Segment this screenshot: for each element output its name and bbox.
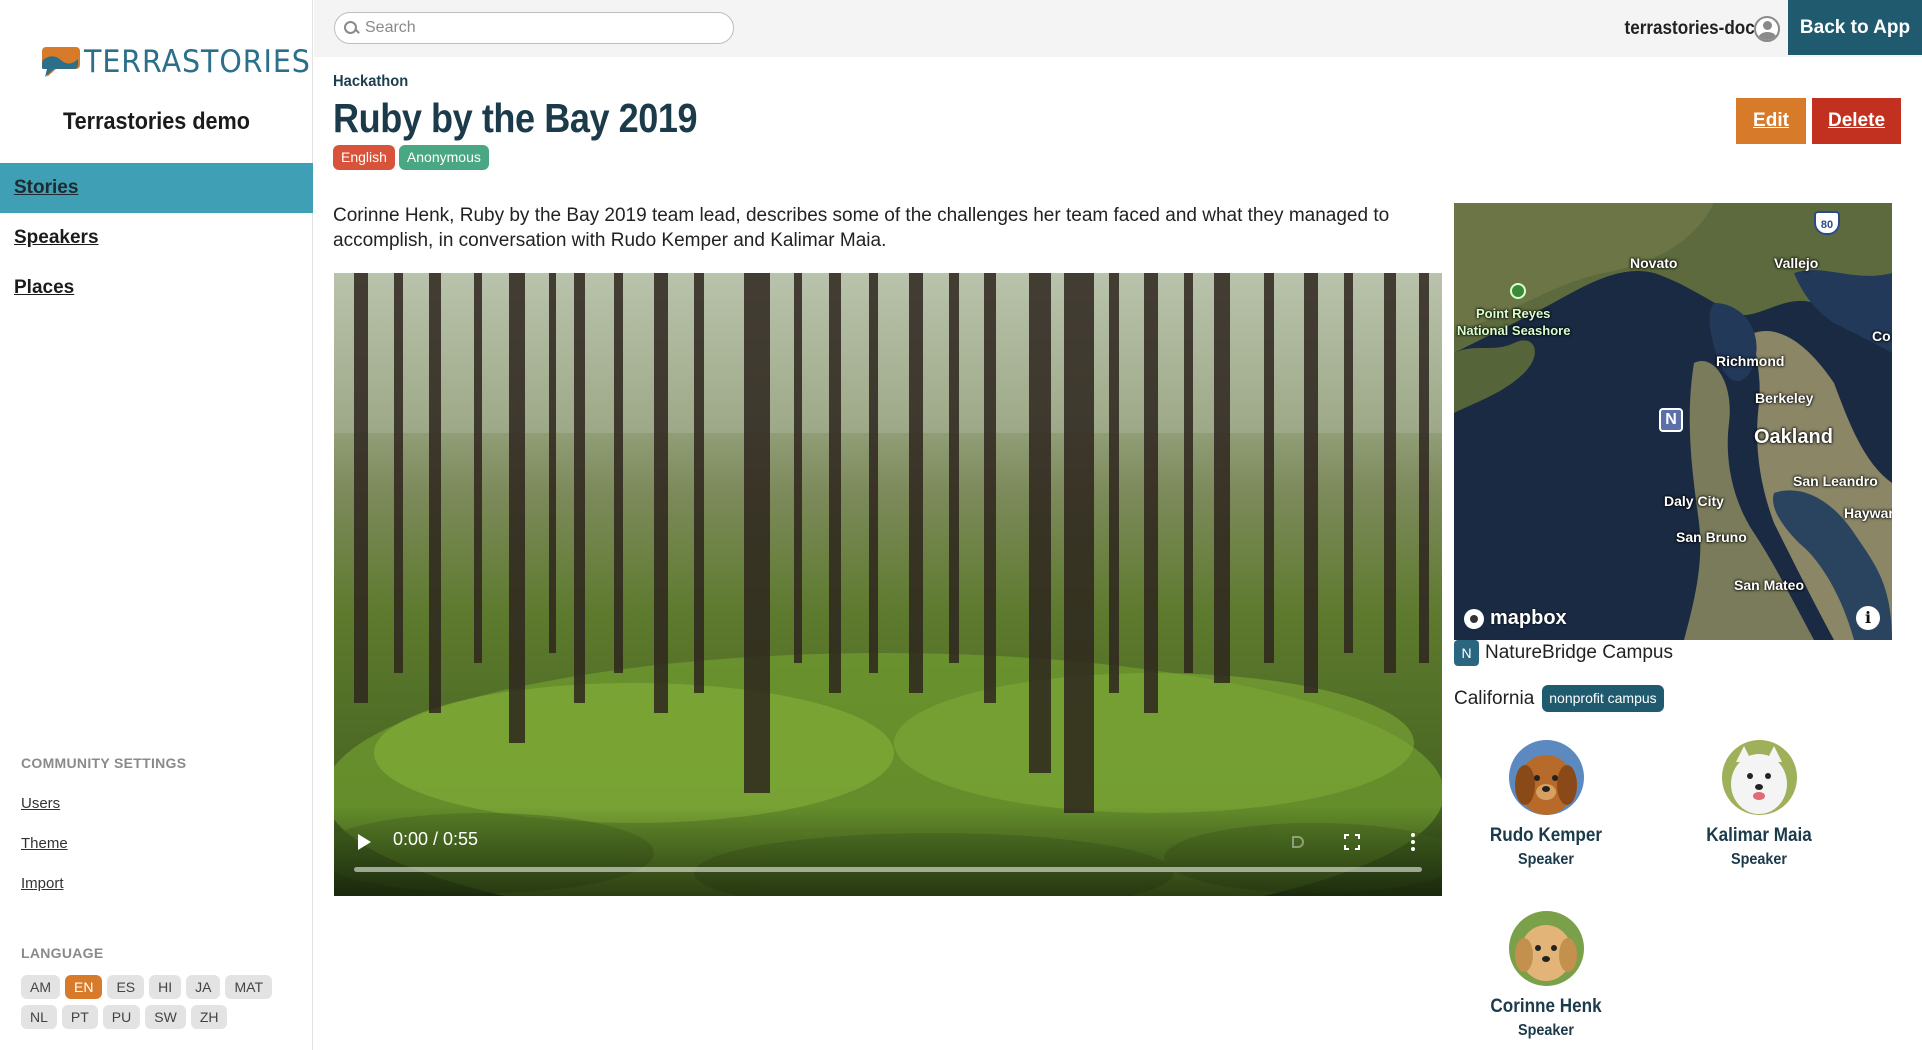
story-video-player[interactable]: 0:00 / 0:55 <box>334 273 1442 896</box>
language-heading: LANGUAGE <box>21 945 104 961</box>
settings-link-import[interactable]: Import <box>21 875 64 892</box>
map-label: Co <box>1872 328 1891 344</box>
mapbox-attribution[interactable]: mapbox <box>1464 607 1567 630</box>
sidebar-nav: Stories Speakers Places <box>0 163 313 313</box>
speaker-card-corinne-henk[interactable]: Corinne Henk Speaker <box>1446 911 1646 1040</box>
search-icon <box>343 20 359 36</box>
speech-bubble-logo-icon <box>40 45 82 79</box>
speaker-role: Speaker <box>1517 1022 1575 1039</box>
map-label: San Leandro <box>1793 473 1878 489</box>
fullscreen-icon[interactable] <box>1344 834 1360 850</box>
map-info-icon[interactable]: i <box>1856 606 1880 630</box>
mapbox-logo-icon <box>1464 608 1484 629</box>
story-badges: English Anonymous <box>333 145 489 170</box>
volume-icon[interactable] <box>1292 836 1304 848</box>
map-label: National Seashore <box>1457 323 1571 338</box>
place-marker-n[interactable]: N <box>1659 408 1683 432</box>
video-frame-forest <box>334 273 1442 896</box>
video-controls: 0:00 / 0:55 <box>334 806 1442 896</box>
speaker-avatar <box>1721 740 1797 815</box>
map-label: Richmond <box>1716 353 1785 369</box>
story-description: Corinne Henk, Ruby by the Bay 2019 team … <box>333 205 1390 251</box>
speaker-name: Kalimar Maia <box>1706 825 1812 846</box>
speaker-name: Rudo Kemper <box>1489 825 1603 846</box>
place-type-badge: nonprofit campus <box>1542 685 1664 712</box>
video-progress-bar[interactable] <box>354 867 1422 872</box>
logo-text: TERRASTORIES <box>84 44 311 80</box>
sidebar-item-stories[interactable]: Stories <box>0 163 313 213</box>
language-nl[interactable]: NL <box>21 1005 57 1029</box>
speaker-card-rudo-kemper[interactable]: Rudo Kemper Speaker <box>1446 740 1646 869</box>
sidebar-item-places[interactable]: Places <box>0 263 313 313</box>
search-box[interactable] <box>334 12 734 44</box>
permission-badge: Anonymous <box>398 145 489 170</box>
story-topic: Hackathon <box>333 73 409 90</box>
park-marker-icon <box>1510 283 1526 299</box>
sidebar: TERRASTORIES Terrastories demo Stories S… <box>0 0 313 1050</box>
speaker-avatar <box>1508 740 1584 815</box>
topbar: terrastories-docs Back to App <box>314 0 1922 57</box>
speaker-name: Corinne Henk <box>1490 996 1602 1017</box>
dog-photo-icon <box>1721 740 1797 815</box>
delete-button[interactable]: Delete <box>1812 98 1901 144</box>
map-label: Oakland <box>1754 426 1833 448</box>
place-name: NatureBridge Campus <box>1485 642 1673 663</box>
map-label: Point Reyes <box>1476 306 1551 321</box>
search-input[interactable] <box>365 19 725 37</box>
user-name[interactable]: terrastories-docs <box>1624 18 1764 40</box>
sidebar-item-speakers[interactable]: Speakers <box>0 213 313 263</box>
map-label: Vallejo <box>1774 255 1819 271</box>
dog-photo-icon <box>1508 911 1584 986</box>
speaker-role: Speaker <box>1517 851 1575 868</box>
video-time: 0:00 / 0:55 <box>393 829 479 849</box>
play-icon[interactable] <box>358 834 371 850</box>
map-label: Hayward <box>1844 505 1892 521</box>
region-row: California nonprofit campus <box>1454 685 1664 712</box>
language-hi[interactable]: HI <box>149 975 182 999</box>
language-am[interactable]: AM <box>21 975 60 999</box>
mapbox-logo-text: mapbox <box>1490 607 1567 629</box>
language-pt[interactable]: PT <box>61 1005 98 1029</box>
language-zh[interactable]: ZH <box>190 1005 228 1029</box>
speaker-card-kalimar-maia[interactable]: Kalimar Maia Speaker <box>1659 740 1859 869</box>
story-title: Ruby by the Bay 2019 <box>333 95 698 141</box>
place-row[interactable]: N NatureBridge Campus <box>1454 640 1673 666</box>
speaker-role: Speaker <box>1730 851 1788 868</box>
map-label: San Mateo <box>1734 577 1805 593</box>
interstate-80-shield-icon: 80 <box>1814 211 1840 235</box>
map-label: San Bruno <box>1676 529 1747 545</box>
map-label: Berkeley <box>1755 390 1814 406</box>
language-ja[interactable]: JA <box>186 975 221 999</box>
speaker-avatar <box>1508 911 1584 986</box>
story-map[interactable]: 80 Novato Vallejo Point Reyes National S… <box>1454 203 1892 640</box>
settings-link-theme[interactable]: Theme <box>21 835 68 852</box>
language-picker: AM EN ES HI JA MAT NL PT PU SW ZH <box>21 975 281 1029</box>
map-label: Novato <box>1630 255 1678 271</box>
terrastories-logo[interactable]: TERRASTORIES <box>40 44 331 80</box>
language-badge: English <box>333 145 395 170</box>
more-options-icon[interactable] <box>1411 833 1415 851</box>
language-es[interactable]: ES <box>107 975 145 999</box>
back-to-app-button[interactable]: Back to App <box>1788 0 1922 55</box>
community-name: Terrastories demo <box>63 108 250 135</box>
place-type-icon: N <box>1454 640 1479 666</box>
language-mat[interactable]: MAT <box>225 975 272 999</box>
map-label: Daly City <box>1664 493 1724 509</box>
edit-button[interactable]: Edit <box>1736 98 1806 144</box>
language-en[interactable]: EN <box>65 975 103 999</box>
language-sw[interactable]: SW <box>145 1005 186 1029</box>
community-settings-heading: COMMUNITY SETTINGS <box>21 755 187 771</box>
user-avatar-icon[interactable] <box>1754 16 1780 42</box>
place-region: California <box>1454 687 1535 709</box>
settings-link-users[interactable]: Users <box>21 795 60 812</box>
language-pu[interactable]: PU <box>102 1005 141 1029</box>
dog-photo-icon <box>1508 740 1584 815</box>
